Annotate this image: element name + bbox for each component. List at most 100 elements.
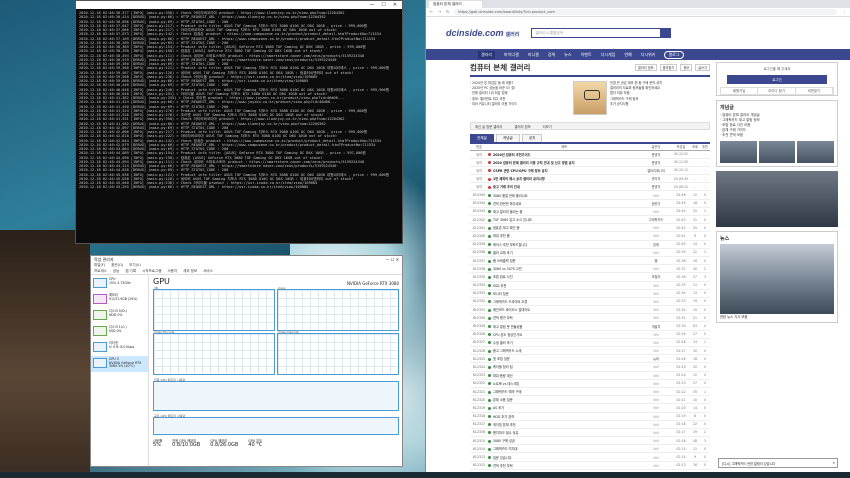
list-tab[interactable]: 공지: [521, 134, 543, 142]
tab-bar[interactable]: 프로세스 성능 앱 기록 시작프로그램 사용자 세부 정보 서비스: [91, 269, 402, 275]
post-writer[interactable]: 뉴비: [640, 354, 672, 364]
table-row[interactable]: 612331 메인보드 바이오스 업데이트 ㅇㅇ 02:32 15 0: [470, 305, 710, 315]
post-title[interactable]: 견적 추천 부탁: [493, 464, 513, 468]
post-writer[interactable]: ㅇㅇ: [640, 371, 672, 380]
post-subject[interactable]: SSD 추천: [488, 281, 640, 290]
table-row[interactable]: 612337 램 오버클럭 질문 램 02:38 16 0: [470, 256, 710, 266]
post-subject[interactable]: 2020년 컴퓨터 추천가이드: [488, 150, 640, 159]
post-subject[interactable]: 중고 그래픽카드 시세: [488, 346, 640, 356]
post-writer[interactable]: ㅇㅇ: [640, 313, 672, 323]
post-title[interactable]: 케이블 정리 팁: [493, 365, 513, 369]
post-writer[interactable]: ㅇㅇ: [640, 223, 672, 233]
table-row[interactable]: 공지 2020 컴퓨터 본체 갤러리 이용 규칙 안내 및 신고 방법 공지 운영자…: [470, 158, 710, 167]
post-writer[interactable]: 조립러: [640, 272, 672, 282]
post-writer[interactable]: 갤러리매니저: [640, 166, 672, 176]
table-row[interactable]: 612334 SSD 추천 ㅇㅇ 02:35 11 0: [470, 281, 710, 290]
post-writer[interactable]: 운영자: [640, 150, 672, 159]
post-subject[interactable]: 3080 구매 성공: [488, 436, 640, 446]
post-writer[interactable]: ㅇㅇ: [640, 264, 672, 274]
post-title[interactable]: 재고 알림 봇 만들었음: [493, 325, 522, 329]
table-row[interactable]: 612344 견적 한번만 봐주세요 컴린이 02:45 18 0: [470, 199, 710, 208]
post-subject[interactable]: 게이밍 본체 추천: [488, 420, 640, 429]
post-subject[interactable]: 파워 용량 계산: [488, 371, 640, 380]
post-writer[interactable]: ㅇㅇ: [640, 207, 672, 217]
table-row[interactable]: 612338 쿨러 교체 후기 ㅇㅇ 02:39 22 1: [470, 248, 710, 257]
post-title[interactable]: 중고 그래픽카드 시세: [493, 349, 521, 353]
post-title[interactable]: CSPR 관련 CPU·GPU 구매 정보 공지: [493, 169, 548, 173]
gallery-tools[interactable]: 갤러리 정보 즐겨찾기 정보 글쓰기: [634, 64, 710, 71]
post-subject[interactable]: 견적 추천 부탁: [488, 461, 640, 470]
concept-item[interactable]: · 추천 견적 모음: [720, 133, 834, 138]
table-row[interactable]: 612333 모니터 질문 ㅇㅇ 02:34 13 0: [470, 289, 710, 298]
post-subject[interactable]: 케이블 정리 팁: [488, 362, 640, 372]
post-title[interactable]: 3080 품절 언제 풀리나요: [493, 194, 528, 198]
post-title[interactable]: 재고 알리미 돌리는 중: [493, 210, 522, 214]
table-row[interactable]: 612324 케이블 정리 팁 ㅇㅇ 02:25 20 0: [470, 362, 710, 372]
table-row[interactable]: 612336 3080 vs 3070 고민 ㅇㅇ 02:37 40 2: [470, 264, 710, 274]
concept-list[interactable]: · 컴퓨터 본체 갤러리 개념글 · 그래픽카드 재고 알림 정보 · 조립 완료 …: [720, 113, 834, 138]
nav-item[interactable]: 마이너갤: [504, 52, 519, 58]
post-writer[interactable]: 운영자: [640, 182, 672, 192]
table-row[interactable]: 612340 파워 추천 좀 ㅇㅇ 02:41 9 0: [470, 231, 710, 241]
maximize-icon[interactable]: ☐: [381, 2, 385, 8]
post-subject[interactable]: AS 후기: [488, 403, 640, 413]
table-row[interactable]: 612317 게이밍 본체 추천 ㅇㅇ 02:18 22 0: [470, 420, 710, 429]
nav-item[interactable]: 미니갤: [528, 52, 539, 58]
notice-item[interactable]: 추가 공지사항: [610, 102, 710, 107]
table-row[interactable]: 612315 3080 구매 성공 ㅇㅇ 02:16 48 3: [470, 436, 710, 446]
post-writer[interactable]: 관리자: [640, 174, 672, 184]
post-writer[interactable]: ㅇㅇ: [640, 420, 672, 429]
table-row[interactable]: 612321 그래픽카드 예약 구매 ㅇㅇ 02:22 35 1: [470, 387, 710, 397]
post-title[interactable]: TUF 3080 입고 소식 있나요: [493, 218, 532, 222]
post-title[interactable]: 견적 평가 부탁: [493, 316, 513, 320]
address-bar[interactable]: https://gall.dcinside.com/board/lists/?i…: [454, 9, 838, 15]
tab[interactable]: 성능: [113, 269, 119, 274]
post-title[interactable]: 쿨러 교체 후기: [493, 251, 513, 255]
post-writer[interactable]: ㅇㅇ: [640, 379, 672, 388]
post-writer[interactable]: ㅇㅇ: [640, 338, 672, 348]
table-row[interactable]: 612341 컴퓨존 재고 확인 중 ㅇㅇ 02:42 20 0: [470, 223, 710, 233]
tab[interactable]: 서비스: [203, 269, 213, 274]
post-writer[interactable]: ㅇㅇ: [640, 387, 672, 397]
sidebar-item[interactable]: 디스크 1(C:) SSD 0%: [91, 324, 148, 340]
table-row[interactable]: 공지 2020년 컴퓨터 추천가이드 운영자 20.12.01- -: [470, 150, 710, 159]
post-writer[interactable]: ㅇㅇ: [640, 436, 672, 446]
table-row[interactable]: 공지 중고 거래 주의 안내 운영자 20.08.12- -: [470, 182, 710, 192]
post-title[interactable]: 수냉 쿨러 후기: [493, 341, 513, 345]
post-writer[interactable]: 그래픽카드: [640, 215, 672, 225]
post-title[interactable]: 2020 컴퓨터 본체 갤러리 이용 규칙 안내 및 신고 방법 공지: [493, 161, 575, 165]
table-row[interactable]: 612323 파워 용량 계산 ㅇㅇ 02:24 12 0: [470, 371, 710, 380]
sidebar-item[interactable]: 디스크 0(D:) HDD 0%: [91, 308, 148, 324]
table-row[interactable]: 612316 벤치마크 점수 공유 ㅇㅇ 02:17 29 2: [470, 428, 710, 438]
table-row[interactable]: 612328 CPU 온도 정상인가요 ㅇㅇ 02:29 17 0: [470, 330, 710, 339]
login-links[interactable]: 회원가입 아이디 찾기 비번찾기: [720, 87, 834, 95]
post-subject[interactable]: 첫 조립 질문: [488, 354, 640, 364]
post-title[interactable]: HDD 추가 장착: [493, 415, 514, 419]
post-title[interactable]: 벤치마크 점수 공유: [493, 431, 519, 435]
post-writer[interactable]: ㅇㅇ: [640, 403, 672, 413]
thumb[interactable]: [797, 141, 834, 163]
tab[interactable]: 프로세스: [94, 269, 107, 274]
terminal-titlebar[interactable]: — ☐ ✕: [76, 1, 402, 9]
post-subject[interactable]: 재고 알리미 돌리는 중: [488, 207, 640, 217]
post-title[interactable]: 그래픽카드 드라이버 오류: [493, 300, 527, 304]
post-writer[interactable]: ㅇㅇ: [640, 444, 672, 454]
post-title[interactable]: 컴퓨존 재고 확인 중: [493, 226, 520, 230]
post-writer[interactable]: 개발자: [640, 321, 672, 331]
list-tab[interactable]: 개념글: [495, 134, 520, 142]
reload-icon[interactable]: ↻: [446, 10, 449, 14]
post-title[interactable]: 조립 완료 사진: [493, 275, 513, 279]
table-row[interactable]: 612339 케이스 추천 부탁드립니다 본체 02:40 14 0: [470, 240, 710, 249]
post-title[interactable]: 파워 용량 계산: [493, 374, 513, 378]
table-row[interactable]: 612318 HDD 추가 장착 ㅇㅇ 02:19 8 0: [470, 412, 710, 421]
post-title[interactable]: 견적 한번만 봐주세요: [493, 202, 521, 206]
login-link[interactable]: 회원가입: [721, 88, 759, 94]
list-tab[interactable]: 전체글: [470, 134, 494, 142]
post-subject[interactable]: 모니터 질문: [488, 289, 640, 298]
post-writer[interactable]: ㅇㅇ: [640, 281, 672, 290]
post-title[interactable]: 1번 제목의 예시 공지 갤러리 공지사항: [493, 177, 545, 181]
notice-bar[interactable]: 최신 글 방문 갤러리 갤러리 정보 더보기: [470, 122, 710, 130]
nav-item[interactable]: 뉴스: [564, 52, 571, 58]
news-image[interactable]: [720, 244, 834, 314]
table-row[interactable]: 612320 본체 소음 질문 ㅇㅇ 02:21 10 0: [470, 395, 710, 405]
